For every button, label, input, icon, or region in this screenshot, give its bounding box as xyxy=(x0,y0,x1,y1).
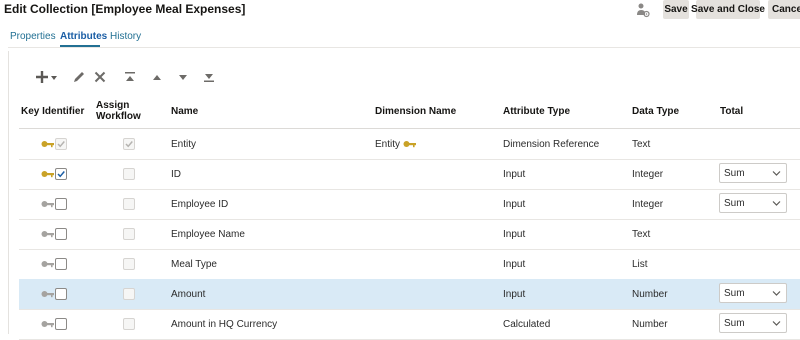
cell-attribute-type: Input xyxy=(503,198,526,210)
tab-bar: Properties Attributes History xyxy=(0,31,800,47)
total-select[interactable]: Sum xyxy=(719,313,787,333)
move-up-icon[interactable] xyxy=(150,70,164,84)
table-row[interactable]: Meal Type Input List xyxy=(19,249,800,280)
column-header-name[interactable]: Name xyxy=(171,106,198,117)
cell-attribute-type: Input xyxy=(503,258,526,270)
cell-attribute-type: Calculated xyxy=(503,318,551,330)
delete-icon[interactable] xyxy=(93,70,107,84)
key-identifier-checkbox[interactable] xyxy=(55,258,67,270)
table-row[interactable]: ID Input Integer Sum xyxy=(19,159,800,190)
assign-workflow-checkbox xyxy=(123,168,135,180)
cell-name: Employee ID xyxy=(171,198,229,210)
cell-name: Employee Name xyxy=(171,228,245,240)
column-header-total[interactable]: Total xyxy=(720,106,743,117)
assign-workflow-checkbox xyxy=(123,228,135,240)
cell-data-type: Text xyxy=(632,228,651,240)
add-icon[interactable] xyxy=(36,70,58,84)
column-header-assign-workflow[interactable]: Assign Workflow xyxy=(96,100,146,122)
assign-workflow-checkbox xyxy=(123,138,135,150)
total-select-value: Sum xyxy=(724,168,745,179)
user-settings-icon[interactable] xyxy=(636,2,650,18)
key-identifier-checkbox[interactable] xyxy=(55,168,67,180)
key-identifier-checkbox[interactable] xyxy=(55,318,67,330)
assign-workflow-checkbox xyxy=(123,198,135,210)
cancel-button[interactable]: Cancel xyxy=(768,0,800,19)
total-select-value: Sum xyxy=(724,198,745,209)
total-select[interactable]: Sum xyxy=(719,193,787,213)
tab-attributes[interactable]: Attributes xyxy=(60,31,107,42)
cell-data-type: List xyxy=(632,258,648,270)
move-down-icon[interactable] xyxy=(176,70,190,84)
page-title: Edit Collection [Employee Meal Expenses] xyxy=(4,2,246,16)
cell-data-type: Integer xyxy=(632,168,664,180)
dimension-key-icon xyxy=(403,139,417,149)
total-select-value: Sum xyxy=(724,288,745,299)
cell-dimension-name: Entity xyxy=(375,129,417,159)
move-top-icon[interactable] xyxy=(123,70,137,84)
chevron-down-icon xyxy=(772,321,781,326)
save-and-close-button[interactable]: Save and Close xyxy=(691,0,765,19)
assign-workflow-checkbox xyxy=(123,318,135,330)
chevron-down-icon xyxy=(772,171,781,176)
cell-attribute-type: Input xyxy=(503,168,526,180)
total-select[interactable]: Sum xyxy=(719,163,787,183)
assign-workflow-checkbox xyxy=(123,258,135,270)
cell-data-type: Number xyxy=(632,288,668,300)
cell-attribute-type: Input xyxy=(503,228,526,240)
key-identifier-checkbox xyxy=(55,138,67,150)
cell-attribute-type: Dimension Reference xyxy=(503,138,600,150)
cell-data-type: Integer xyxy=(632,198,664,210)
key-identifier-checkbox[interactable] xyxy=(55,198,67,210)
chevron-down-icon xyxy=(772,291,781,296)
column-header-data-type[interactable]: Data Type xyxy=(632,106,679,117)
tab-properties[interactable]: Properties xyxy=(10,31,56,42)
cell-name: Amount xyxy=(171,288,206,300)
cell-name: Meal Type xyxy=(171,258,217,270)
key-identifier-checkbox[interactable] xyxy=(55,228,67,240)
cell-data-type: Text xyxy=(632,138,651,150)
cell-name: ID xyxy=(171,168,181,180)
column-header-dimension-name[interactable]: Dimension Name xyxy=(375,106,456,117)
cell-name: Entity xyxy=(171,138,197,150)
table-row[interactable]: Employee ID Input Integer Sum xyxy=(19,189,800,220)
move-bottom-icon[interactable] xyxy=(202,70,216,84)
table-row[interactable]: Amount Input Number Sum xyxy=(19,279,800,310)
table-row[interactable]: Amount in HQ Currency Calculated Number Sum xyxy=(19,309,800,340)
cell-data-type: Number xyxy=(632,318,668,330)
total-select[interactable]: Sum xyxy=(719,283,787,303)
key-identifier-checkbox[interactable] xyxy=(55,288,67,300)
total-select-value: Sum xyxy=(724,318,745,329)
assign-workflow-checkbox xyxy=(123,288,135,300)
column-header-key-identifier[interactable]: Key Identifier xyxy=(21,106,84,117)
column-header-attribute-type[interactable]: Attribute Type xyxy=(503,106,570,117)
save-button[interactable]: Save xyxy=(663,0,689,19)
table-row[interactable]: Entity Entity Dimension Reference Text xyxy=(19,129,800,160)
tab-history[interactable]: History xyxy=(110,31,141,42)
table-row[interactable]: Employee Name Input Text xyxy=(19,219,800,250)
cell-name: Amount in HQ Currency xyxy=(171,318,278,330)
chevron-down-icon xyxy=(772,201,781,206)
tabs-divider xyxy=(8,47,800,48)
cell-attribute-type: Input xyxy=(503,288,526,300)
edit-icon[interactable] xyxy=(72,70,86,84)
